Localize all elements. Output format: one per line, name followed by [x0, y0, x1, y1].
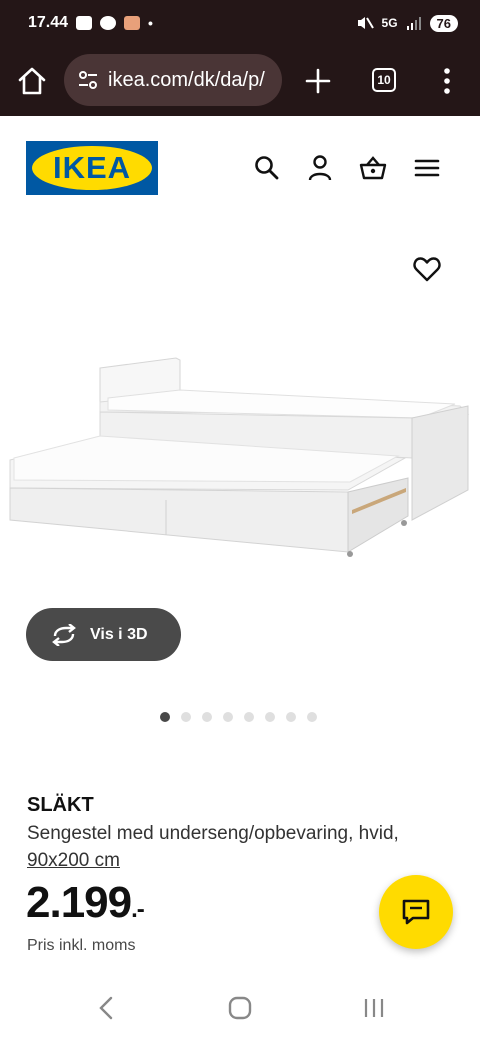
heart-icon[interactable] — [413, 256, 441, 282]
ikea-logo[interactable]: IKEA — [26, 141, 158, 195]
chat-icon — [402, 899, 430, 925]
tab-switcher-button[interactable]: 10 — [372, 68, 396, 92]
app-notification-icon — [124, 16, 141, 30]
battery-indicator: 76 — [429, 14, 458, 32]
product-description-text: Sengestel med underseng/opbevaring, hvid… — [27, 823, 399, 844]
carousel-dot[interactable] — [244, 712, 254, 722]
product-size-link[interactable]: 90x200 cm — [27, 850, 120, 871]
tab-count: 10 — [377, 73, 391, 87]
carousel-dot[interactable] — [160, 712, 170, 722]
store-notification-icon — [76, 16, 93, 30]
new-tab-icon[interactable] — [302, 65, 334, 97]
product-name: SLÄKT — [27, 794, 94, 816]
rotate-3d-icon — [52, 623, 76, 646]
system-navigation-bar — [0, 975, 480, 1040]
address-bar[interactable]: ikea.com/dk/da/p/ — [64, 54, 282, 106]
view-in-3d-button[interactable]: Vis i 3D — [26, 608, 181, 661]
search-icon[interactable] — [253, 154, 281, 182]
product-price: 2.199.- — [26, 878, 145, 928]
signal-icon — [406, 17, 421, 30]
recent-apps-icon[interactable] — [362, 995, 386, 1021]
carousel-dot[interactable] — [181, 712, 191, 722]
hamburger-menu-icon[interactable] — [413, 154, 441, 182]
status-right: 5G 76 — [356, 14, 458, 32]
carousel-dot[interactable] — [223, 712, 233, 722]
account-icon[interactable] — [306, 154, 334, 182]
basket-icon[interactable] — [359, 154, 387, 182]
status-bar: 17.44 • 5G 76 — [0, 0, 480, 46]
home-nav-icon[interactable] — [227, 995, 253, 1021]
carousel-dot[interactable] — [265, 712, 275, 722]
network-type: 5G — [381, 16, 398, 30]
url-text: ikea.com/dk/da/p/ — [108, 68, 265, 91]
back-icon[interactable] — [96, 995, 116, 1021]
whatsapp-notification-icon — [100, 16, 117, 30]
site-settings-icon[interactable] — [76, 68, 100, 92]
price-suffix: .- — [131, 896, 145, 923]
price-note: Pris inkl. moms — [27, 937, 136, 954]
status-time: 17.44 — [28, 14, 69, 31]
product-image-bed[interactable] — [0, 340, 480, 570]
logo-text: IKEA — [53, 150, 131, 185]
browser-menu-icon[interactable] — [436, 65, 458, 97]
status-left: 17.44 • — [28, 14, 153, 32]
price-value: 2.199 — [26, 878, 132, 927]
image-carousel-dots — [160, 712, 317, 722]
product-description: Sengestel med underseng/opbevaring, hvid… — [27, 820, 427, 874]
more-notifications-dot-icon: • — [148, 15, 153, 31]
browser-toolbar: ikea.com/dk/da/p/ 10 — [0, 46, 480, 116]
home-icon[interactable] — [16, 65, 48, 97]
carousel-dot[interactable] — [286, 712, 296, 722]
chat-button[interactable] — [379, 875, 453, 949]
carousel-dot[interactable] — [307, 712, 317, 722]
view-in-3d-label: Vis i 3D — [90, 625, 148, 643]
mute-icon — [357, 17, 374, 29]
carousel-dot[interactable] — [202, 712, 212, 722]
